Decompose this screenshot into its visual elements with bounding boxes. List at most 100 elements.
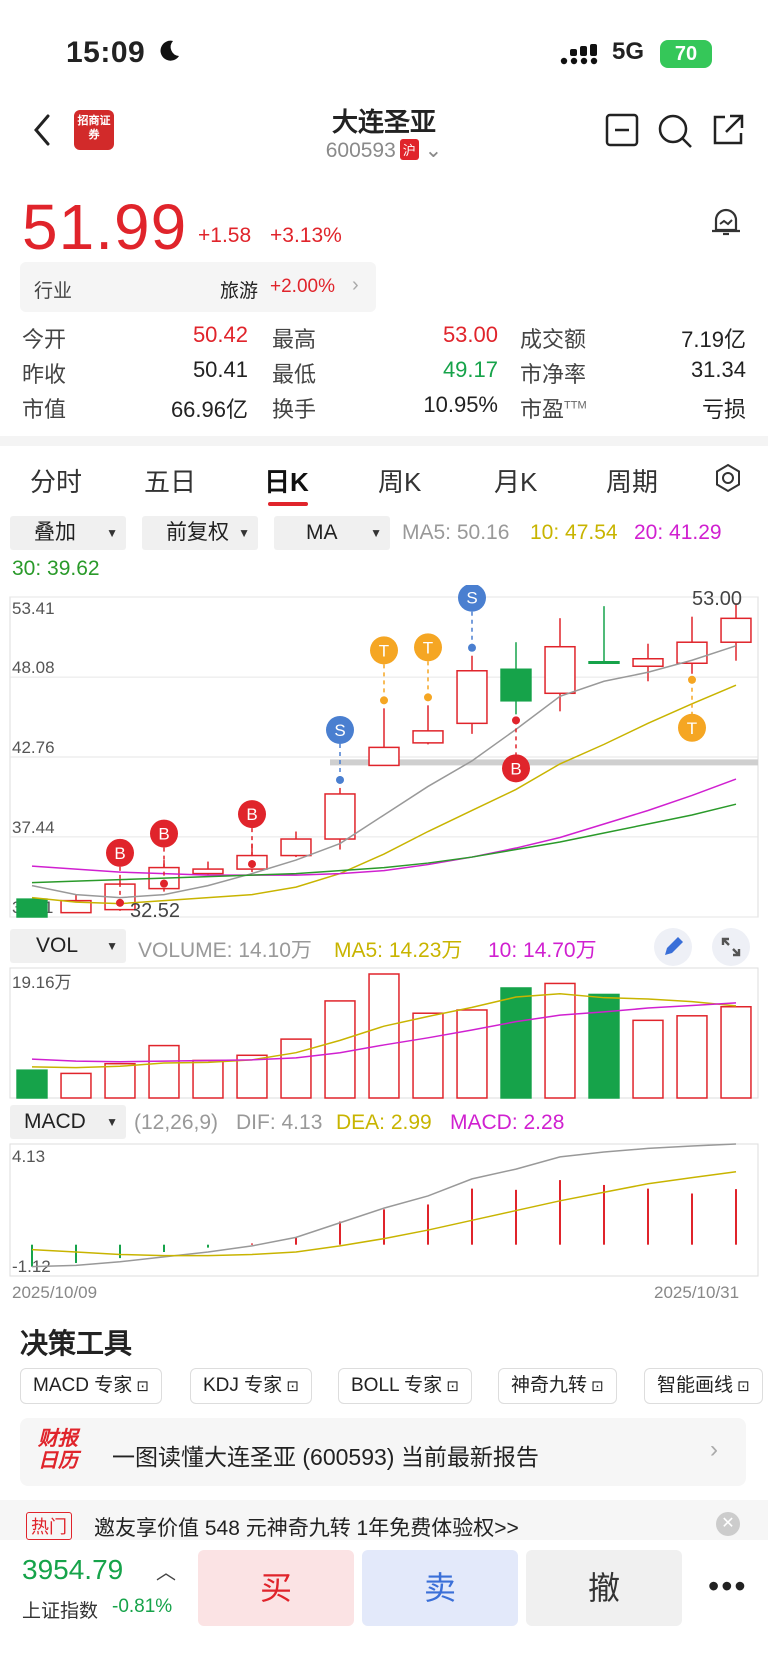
signal-label: T: [379, 641, 389, 660]
stat-label: 最低: [272, 362, 317, 387]
signal-label: B: [510, 759, 521, 778]
tab-3[interactable]: 周K: [378, 462, 421, 499]
stat-value: 10.95%: [423, 392, 498, 417]
volume-chart[interactable]: 19.16万: [0, 962, 768, 1102]
current-price: 51.99: [22, 191, 188, 263]
volume-bar: [236, 1054, 268, 1099]
stat-label: 最高: [272, 327, 317, 352]
stock-code: 600593: [325, 139, 396, 162]
stat-label: 今开: [22, 327, 67, 352]
macd-chart[interactable]: 4.13-1.12: [0, 1140, 768, 1280]
volume-bar: [456, 1009, 488, 1099]
hot-banner[interactable]: 热门 邀友享价值 548 元神奇九转 1年免费体验权>> ✕: [0, 1500, 768, 1540]
y-tick-label: 53.41: [12, 599, 55, 618]
minus-box-icon[interactable]: [604, 112, 640, 148]
overlay-dropdown[interactable]: 叠加 ▼: [10, 516, 126, 550]
network-label: 5G: [612, 38, 645, 65]
tab-4[interactable]: 月K: [494, 462, 537, 499]
stat-label: 市值: [22, 397, 67, 422]
signal-dot: [468, 643, 476, 652]
price-change: +1.58: [198, 224, 252, 247]
industry-label: 行业: [34, 281, 73, 302]
tool-chip-label: BOLL 专家: [351, 1375, 443, 1396]
stock-name[interactable]: 大连圣亚: [0, 102, 768, 139]
macd-legend: MACD: 2.28: [450, 1111, 565, 1134]
ma20-legend: 20: 41.29: [634, 521, 722, 544]
lock-icon: ⊡: [442, 1378, 459, 1395]
tool-chip[interactable]: BOLL 专家 ⊡: [338, 1368, 472, 1404]
industry-row[interactable]: 行业 旅游 +2.00% ›: [20, 262, 376, 312]
stat-value: 31.34: [690, 357, 746, 382]
search-icon[interactable]: [656, 112, 694, 150]
tools-title: 决策工具: [20, 1328, 133, 1359]
signal-label: T: [423, 638, 433, 657]
cancel-button[interactable]: 撤: [526, 1550, 682, 1626]
status-time: 15:09: [66, 36, 146, 69]
signal-dot: [688, 675, 696, 684]
hot-text: 邀友享价值 548 元神奇九转 1年免费体验权>>: [94, 1517, 519, 1540]
candle-body: [412, 730, 444, 744]
tab-2[interactable]: 日K: [264, 462, 309, 499]
vol-dropdown[interactable]: VOL ▼: [10, 929, 126, 963]
volume-bar: [104, 1062, 136, 1099]
ttm-superscript: TTM: [564, 399, 587, 412]
tool-chip[interactable]: 智能画线 ⊡: [644, 1368, 763, 1404]
stock-code-selector[interactable]: 600593 沪 ⌄: [0, 138, 768, 163]
vol-ma10-legend: 10: 14.70万: [488, 939, 597, 962]
lock-icon: ⊡: [733, 1378, 750, 1395]
lock-icon: ⊡: [282, 1378, 299, 1395]
exchange-badge: 沪: [399, 139, 419, 160]
signal-label: S: [466, 589, 477, 608]
tab-1[interactable]: 五日: [144, 462, 196, 499]
tool-chip-label: MACD 专家: [33, 1375, 133, 1396]
volume-bar: [544, 982, 576, 1099]
candle-body: [456, 670, 488, 725]
candle-body: [368, 746, 400, 767]
stat-value: 66.96亿: [170, 397, 248, 422]
adjust-dropdown[interactable]: 前复权 ▼: [142, 516, 258, 550]
tool-chip[interactable]: MACD 专家 ⊡: [20, 1368, 162, 1404]
report-calendar-logo: 财报 日历: [38, 1428, 78, 1472]
tool-chip[interactable]: 神奇九转 ⊡: [498, 1368, 617, 1404]
ma10-legend: 10: 47.54: [530, 521, 618, 544]
tab-0[interactable]: 分时: [30, 462, 82, 499]
price-change-pct: +3.13%: [270, 224, 342, 247]
buy-button[interactable]: 买: [198, 1550, 354, 1626]
report-banner[interactable]: 财报 日历 一图读懂大连圣亚 (600593) 当前最新报告 ›: [20, 1418, 746, 1486]
dea-legend: DEA: 2.99: [336, 1111, 432, 1134]
settings-gear-icon[interactable]: [712, 462, 744, 494]
fullscreen-button[interactable]: [712, 928, 750, 966]
chevron-up-icon[interactable]: ︿: [156, 1556, 176, 1585]
expand-icon: [721, 937, 741, 957]
alert-bell-icon[interactable]: [708, 204, 744, 240]
low-annotation: 32.52: [130, 900, 180, 920]
stat-value: 亏损: [701, 397, 746, 422]
signal-dot: [380, 696, 388, 705]
industry-name: 旅游: [220, 281, 259, 302]
candlestick-chart[interactable]: 53.4148.0842.7637.4432.1153.0032.52BBBST…: [0, 585, 768, 920]
more-icon[interactable]: •••: [708, 1568, 748, 1605]
index-value[interactable]: 3954.79: [22, 1554, 123, 1586]
ma5-legend: MA5: 50.16: [402, 521, 510, 544]
indicator-dropdown[interactable]: MA ▼: [274, 516, 390, 550]
date-start: 2025/10/09: [12, 1283, 98, 1302]
y-top-label: 19.16万: [12, 973, 72, 992]
vol-ma5-legend: MA5: 14.23万: [334, 939, 463, 962]
stat-value: 50.42: [192, 322, 248, 347]
index-pct: -0.81%: [112, 1596, 173, 1617]
tool-chip[interactable]: KDJ 专家 ⊡: [190, 1368, 312, 1404]
candle-body: [280, 838, 312, 857]
sell-button[interactable]: 卖: [362, 1550, 518, 1626]
signal-dot: [116, 898, 124, 907]
macd-dropdown[interactable]: MACD ▼: [10, 1105, 126, 1139]
share-icon[interactable]: [710, 112, 746, 148]
tab-5[interactable]: 周期: [606, 462, 658, 499]
volume-bar: [412, 1012, 444, 1099]
stat-value: 7.19亿: [681, 327, 746, 352]
volume-bar: [368, 973, 400, 1099]
close-icon[interactable]: ✕: [716, 1512, 740, 1536]
draw-button[interactable]: [654, 928, 692, 966]
stat-value: 50.41: [192, 357, 248, 382]
stat-value: 49.17: [442, 357, 498, 382]
industry-pct: +2.00%: [270, 276, 335, 297]
